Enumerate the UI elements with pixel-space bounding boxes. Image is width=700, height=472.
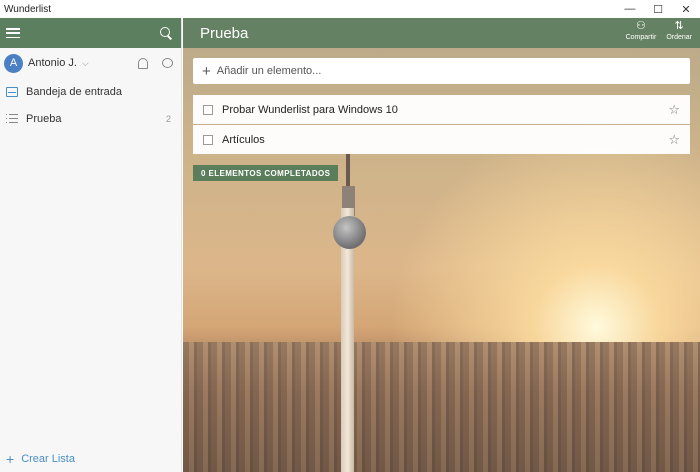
title-bar: Wunderlist — ☐ ✕ — [0, 0, 700, 18]
task-list: Probar Wunderlist para Windows 10 ☆ Artí… — [193, 95, 690, 155]
user-name[interactable]: Antonio J. — [28, 57, 77, 69]
sidebar-item-count: 2 — [165, 113, 171, 124]
user-row[interactable]: A Antonio J. ⌵ — [0, 48, 181, 78]
show-completed-button[interactable]: 0 ELEMENTOS COMPLETADOS — [193, 165, 339, 181]
task-checkbox[interactable] — [203, 104, 213, 115]
task-item[interactable]: Probar Wunderlist para Windows 10 ☆ — [193, 95, 690, 124]
avatar[interactable]: A — [4, 53, 23, 73]
main-panel: Prueba ⚇ Compartir ⇅ Ordenar + Probar Wu… — [183, 18, 700, 472]
bell-icon[interactable] — [138, 57, 148, 69]
list-icon — [6, 114, 18, 123]
comment-icon[interactable] — [162, 57, 173, 68]
create-list-button[interactable]: + Crear Lista — [6, 452, 75, 466]
create-list-label: Crear Lista — [21, 453, 75, 465]
sort-button[interactable]: ⇅ Ordenar — [666, 20, 692, 42]
sidebar-toolbar — [0, 18, 181, 48]
add-item-input[interactable] — [216, 65, 637, 77]
add-item-bar[interactable]: + — [193, 58, 690, 84]
background-city — [183, 342, 700, 472]
sidebar-item-prueba[interactable]: Prueba 2 — [0, 105, 181, 132]
plus-icon: + — [6, 451, 15, 467]
chevron-down-icon[interactable]: ⌵ — [82, 58, 89, 69]
list-header: Prueba ⚇ Compartir ⇅ Ordenar — [183, 18, 700, 48]
task-checkbox[interactable] — [203, 134, 213, 145]
maximize-button[interactable]: ☐ — [644, 0, 672, 18]
app-title: Wunderlist — [4, 3, 52, 15]
background-tower-sphere — [333, 216, 366, 249]
window-controls: — ☐ ✕ — [616, 0, 700, 18]
star-icon[interactable]: ☆ — [668, 132, 680, 148]
sort-label: Ordenar — [666, 34, 692, 41]
list-title: Prueba — [200, 24, 249, 42]
minimize-button[interactable]: — — [616, 0, 644, 18]
sidebar: A Antonio J. ⌵ Bandeja de entrada Prueba… — [0, 18, 182, 472]
share-label: Compartir — [625, 34, 657, 41]
inbox-icon — [6, 86, 18, 97]
close-button[interactable]: ✕ — [672, 0, 700, 18]
hamburger-menu-icon[interactable] — [6, 28, 20, 38]
sidebar-item-label: Bandeja de entrada — [26, 85, 123, 98]
task-item[interactable]: Artículos ☆ — [193, 125, 690, 154]
sort-icon: ⇅ — [674, 20, 684, 32]
share-user-icon: ⚇ — [636, 20, 646, 32]
task-title[interactable]: Probar Wunderlist para Windows 10 — [222, 104, 398, 116]
task-title[interactable]: Artículos — [222, 134, 265, 146]
star-icon[interactable]: ☆ — [668, 102, 680, 118]
sidebar-item-inbox[interactable]: Bandeja de entrada — [0, 78, 181, 105]
plus-icon: + — [202, 62, 211, 80]
sidebar-item-label: Prueba — [26, 112, 62, 125]
share-button[interactable]: ⚇ Compartir — [626, 20, 657, 42]
search-icon[interactable] — [159, 26, 173, 40]
